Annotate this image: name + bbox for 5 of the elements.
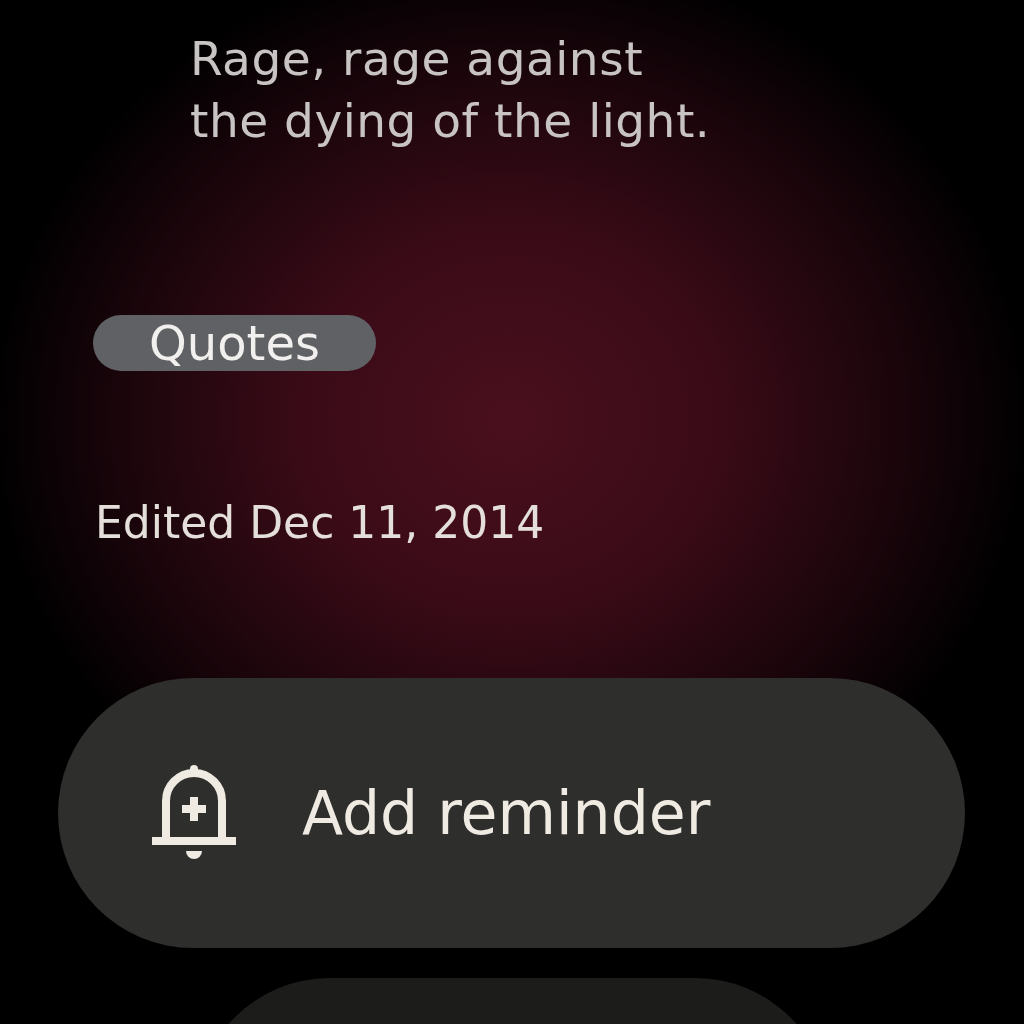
note-text: Rage, rage against — [190, 30, 645, 88]
label-chip[interactable]: Quotes — [93, 315, 376, 371]
note-text: the dying of the light. — [190, 92, 712, 150]
add-reminder-button[interactable]: Add reminder — [58, 678, 965, 948]
edited-date: Edited Dec 11, 2014 — [95, 497, 546, 548]
